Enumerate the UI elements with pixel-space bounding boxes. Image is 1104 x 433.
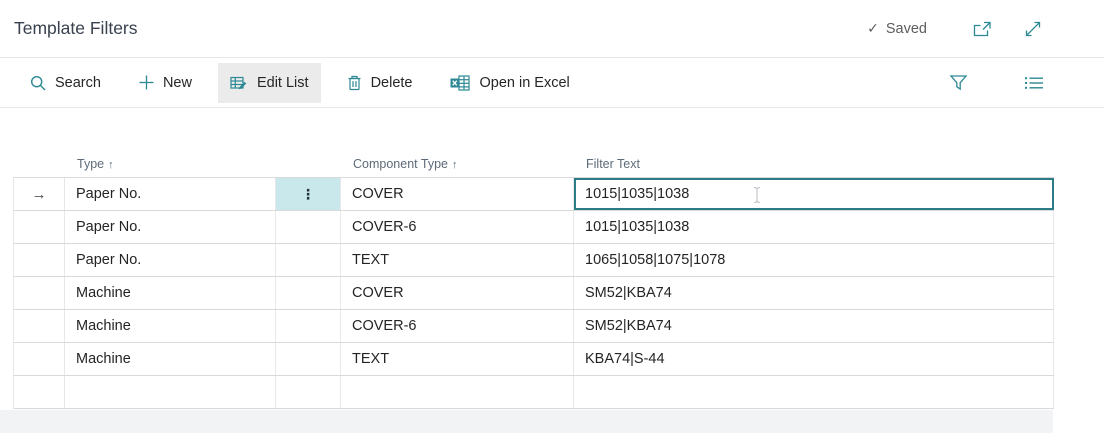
filter-button[interactable] [947,72,970,93]
filter-icon [949,75,968,91]
cell-type[interactable]: Paper No. [65,178,276,210]
cell-type[interactable]: Paper No. [65,244,276,276]
row-selector[interactable] [14,343,65,375]
action-bar-left: Search New Edit List Delete Open in Exce… [18,62,582,103]
cell-filter-text[interactable]: SM52|KBA74 [574,310,1054,342]
edit-list-button[interactable]: Edit List [217,62,321,103]
cell-filter-text[interactable]: 1065|1058|1075|1078 [574,244,1054,276]
page-title: Template Filters [14,18,138,38]
cell-filter-text[interactable]: 1015|1035|1038 [574,211,1054,243]
cell-component-type[interactable]: COVER-6 [341,211,574,243]
choose-columns-icon [1025,76,1043,89]
expand-icon [1025,21,1041,36]
column-header-type[interactable]: Type ↑ [64,157,275,178]
search-button-label: Search [55,74,101,91]
search-icon [30,75,46,90]
table-row: Paper No. TEXT 1065|1058|1075|1078 [14,244,1054,277]
bottom-strip [0,410,1053,433]
table-row: → Paper No. ⋮ COVER 1015|1035|1038 [14,178,1054,211]
sort-ascending-icon: ↑ [451,159,458,171]
save-status-label: Saved [885,20,927,37]
new-button-label: New [162,74,192,91]
cell-component-type[interactable] [341,376,574,408]
ellipsis-vertical-icon: ⋮ [301,186,315,202]
open-in-excel-button[interactable]: Open in Excel [438,63,581,103]
table-row: Machine COVER-6 SM52|KBA74 [14,310,1054,343]
row-menu-button[interactable]: ⋮ [276,178,341,210]
row-selector[interactable]: → [14,178,65,210]
table-row: Machine COVER SM52|KBA74 [14,277,1054,310]
row-selector[interactable] [14,211,65,243]
cell-filter-text[interactable]: SM52|KBA74 [574,277,1054,309]
cell-component-type[interactable]: COVER [341,277,574,309]
row-menu[interactable] [276,211,341,243]
cell-filter-text[interactable]: KBA74|S-44 [574,343,1054,375]
row-menu[interactable] [276,376,341,408]
cell-type[interactable]: Paper No. [65,211,276,243]
column-header-filter-text[interactable]: Filter Text [573,157,1053,178]
column-headers: Type ↑ Component Type ↑ Filter Text [13,150,1053,178]
expand-page-button[interactable] [1022,18,1044,40]
page-header: Template Filters ✓ Saved [0,0,1104,57]
column-header-type-label: Type [77,157,105,171]
page-header-actions: ✓ Saved [867,18,1044,40]
delete-button-label: Delete [370,74,413,91]
row-selector[interactable] [14,244,65,276]
cell-component-type[interactable]: TEXT [341,244,574,276]
plus-icon [139,75,154,90]
trash-icon [348,75,361,90]
cell-component-type[interactable]: COVER [341,178,574,210]
cell-type[interactable] [65,376,276,408]
cell-type[interactable]: Machine [65,310,276,342]
row-selector[interactable] [14,277,65,309]
template-filters-grid: → Paper No. ⋮ COVER 1015|1035|1038 Paper… [13,177,1054,409]
cell-component-type[interactable]: COVER-6 [341,310,574,342]
row-menu[interactable] [276,244,341,276]
column-header-component-type-label: Component Type [353,157,448,171]
cell-component-type[interactable]: TEXT [341,343,574,375]
cell-type[interactable]: Machine [65,343,276,375]
check-icon: ✓ [867,20,879,36]
popout-icon [973,21,991,36]
new-button[interactable]: New [127,63,204,103]
save-status: ✓ Saved [867,20,927,37]
column-header-filter-text-label: Filter Text [586,157,640,171]
excel-icon [450,74,471,91]
cell-type[interactable]: Machine [65,277,276,309]
table-row: Paper No. COVER-6 1015|1035|1038 [14,211,1054,244]
search-button[interactable]: Search [18,63,113,103]
text-cursor-icon [753,186,761,204]
row-selector[interactable] [14,310,65,342]
cell-filter-text-focused[interactable]: 1015|1035|1038 [574,178,1054,210]
row-menu[interactable] [276,343,341,375]
edit-list-icon [230,76,247,89]
cell-filter-text[interactable] [574,376,1054,408]
row-selector[interactable] [14,376,65,408]
open-in-excel-button-label: Open in Excel [479,74,570,91]
action-bar-right [947,72,1046,93]
row-menu[interactable] [276,277,341,309]
choose-columns-icon-button[interactable] [1022,73,1046,93]
edit-list-button-label: Edit List [256,74,309,91]
action-bar: Search New Edit List Delete Open in Exce… [0,57,1104,108]
sort-ascending-icon: ↑ [108,159,114,171]
table-row-empty [14,376,1054,409]
column-header-component-type[interactable]: Component Type ↑ [340,157,573,178]
delete-button[interactable]: Delete [335,63,425,103]
row-menu[interactable] [276,310,341,342]
open-in-new-window-button[interactable] [971,18,994,40]
selected-row-arrow-icon: → [31,185,47,203]
table-row: Machine TEXT KBA74|S-44 [14,343,1054,376]
